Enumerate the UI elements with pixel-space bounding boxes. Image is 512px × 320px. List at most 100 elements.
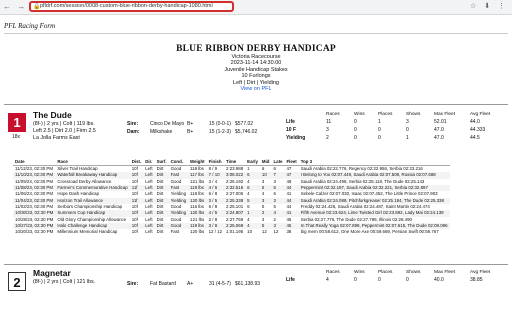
divider (4, 264, 508, 265)
stats-cell: 47.0 (434, 135, 444, 141)
sire-grade: B+ (187, 121, 194, 127)
past-race-cell: 11/12/23, 02:30 PM (15, 166, 53, 171)
past-race-cell: 2:24.807 (224, 210, 246, 217)
horse-details: (8f-) | 2 yrs | Colt | 121 lbs. (33, 279, 95, 286)
past-race-cell: Left (145, 166, 153, 171)
past-race-cell: 6 (273, 166, 276, 171)
past-race-cell: Yielding (170, 191, 187, 197)
past-race-row: 11/12/23, 02:30 PM Silver Trail Handicap 1… (13, 166, 450, 173)
sire-name[interactable]: Fat Bastard (150, 281, 176, 287)
past-race-cell: Left (145, 229, 153, 235)
horse-summary: (8f-) | 2 yrs | Colt | 119 lbs. (33, 121, 95, 127)
horse-stats-table: Races Wins Places Shows Max Fleet Avg Fl… (283, 268, 503, 284)
past-header-cell: Top 3 (298, 158, 450, 166)
dam-record: 15 (1-2-3) (209, 129, 231, 135)
stats-header: Shows (406, 269, 421, 275)
past-race-cell: Saudi Arabia 02:22.776, Regency 02:22.95… (300, 166, 423, 171)
sire-name[interactable]: Cinco De Mayo (150, 121, 184, 127)
stats-cell: Life (286, 119, 295, 125)
stats-cell: 44.0 (470, 119, 480, 125)
stats-cell: 47.0 (434, 127, 444, 133)
stats-cell: 11 (326, 119, 332, 125)
stats-header: Races (326, 111, 340, 117)
sire-record: 15 (0-0-1) (209, 121, 231, 127)
stats-header: Avg Fleet (470, 269, 491, 275)
browser-menu-icons[interactable]: ☆ ⬇ ⋮ (470, 2, 508, 10)
past-race-cell: Dirt (156, 229, 164, 235)
past-header-cell: Mid (259, 158, 272, 166)
dam-label: Dam: (127, 129, 140, 135)
sire-record: 31 (4-5-7) (209, 281, 231, 287)
stats-header: Wins (354, 269, 365, 275)
dam-earnings: $5,746.02 (235, 129, 258, 135)
stats-cell: 3 (326, 127, 329, 133)
past-race-cell: 120 lbs (188, 210, 207, 217)
stats-cell: 44.5 (470, 135, 480, 141)
past-race-cell: Fast (170, 229, 180, 235)
stats-cell: Life (286, 277, 295, 283)
past-header-cell: Early (245, 158, 260, 166)
past-race-cell: 12 (261, 229, 267, 235)
url-text[interactable]: pfldrf.com/session/0008-custom-blue-ribb… (40, 3, 213, 10)
view-on-pfl-link[interactable]: View on PFL (0, 86, 512, 92)
sire-earnings: $577.02 (235, 121, 254, 127)
horse-stats-table: Races Wins Places Shows Max Fleet Avg Fl… (283, 110, 503, 142)
race-title: BLUE RIBBON DERBY HANDICAP (176, 44, 336, 54)
address-bar[interactable]: 🔒 pfldrf.com/session/0008-custom-blue-ri… (29, 1, 234, 12)
past-race-cell: 38 (286, 229, 292, 235)
past-race-row: 11/06/23, 02:30 PM Hope Dash Handicap 10f L… (13, 191, 450, 197)
past-header-cell: Finish (206, 158, 225, 166)
past-race-cell: big mern 00:58.612, One More Axe 00:59.6… (300, 229, 439, 235)
horse-details: (8f-) | 2 yrs | Colt | 119 lbs. Left 2.5… (33, 121, 96, 143)
horse-name[interactable]: The Dude (33, 110, 72, 120)
odds-label: 18x (12, 134, 21, 140)
past-header-cell: Weight (188, 158, 207, 166)
past-race-cell: 3:08.022 (224, 172, 246, 179)
site-brand: PFL Racing Form (4, 22, 56, 30)
stats-cell: 0 (354, 127, 357, 133)
sire-grade: A+ (187, 281, 194, 287)
past-race-cell: Good (170, 166, 182, 171)
divider (4, 104, 508, 105)
past-header-cell: Surf. (154, 158, 169, 166)
past-race-cell: 10f (131, 166, 138, 171)
stats-cell: 0 (406, 277, 409, 283)
past-race-cell: 1 (247, 166, 250, 171)
post-number-badge: 2 (8, 272, 26, 291)
past-race-cell: 6 (261, 166, 265, 171)
stats-cell: 0 (378, 135, 381, 141)
past-race-cell: Dirt (156, 166, 164, 171)
past-race-cell: I Belong to You 02:07.449, Saudi Arabia … (298, 172, 450, 179)
past-header-row: Date Race Dist. Dir. Surf. Cond. Weight Finish T… (13, 158, 450, 166)
browser-toolbar: ← → ↻ 🔒 pfldrf.com/session/0008-custom-b… (0, 0, 512, 15)
past-race-cell: Sebele Calzer 02:07.030, Isaac 02:07.452… (300, 191, 438, 197)
past-header-cell: Time (224, 158, 246, 166)
horse-name[interactable]: Magnetar (33, 268, 71, 278)
past-race-cell: 2:23.988 (226, 166, 244, 171)
stats-row: Yielding 2 0 0 1 47.0 44.5 (283, 134, 503, 142)
past-header-cell: Race (55, 158, 130, 166)
past-race-cell: 12 (273, 229, 279, 235)
stats-cell: 0 (354, 135, 357, 141)
past-race-cell: 118 lbs (190, 166, 204, 171)
stats-header: Max Fleet (434, 111, 456, 117)
past-header-cell: Dist. (129, 158, 144, 166)
race-name-cell[interactable]: Millennium Memorial Handicap (55, 229, 129, 235)
past-race-row: 10/30/23, 02:30 PM Summers Cup Handicap 10… (13, 210, 450, 217)
past-race-cell: 1:01.195 (226, 229, 244, 235)
past-header-cell: Late (271, 158, 285, 166)
race-name-cell[interactable]: Silver Trail Handicap (55, 166, 129, 173)
stats-cell: 1 (406, 135, 409, 141)
stats-header: Places (378, 111, 393, 117)
dam-name[interactable]: Milkshake (150, 129, 172, 135)
stats-header (283, 268, 323, 276)
horse-summary: (8f-) | 2 yrs | Colt | 121 lbs. (33, 279, 96, 285)
past-race-cell: 120 lbs (190, 229, 205, 235)
divider (4, 33, 508, 34)
stats-cell: 10 F (286, 127, 297, 133)
past-race-cell: 118 lbs (190, 191, 204, 197)
past-race-cell: 10f (131, 229, 138, 235)
stats-header (283, 110, 323, 118)
stats-header: Places (378, 269, 393, 275)
race-header: BLUE RIBBON DERBY HANDICAP Victoria Race… (0, 44, 512, 92)
